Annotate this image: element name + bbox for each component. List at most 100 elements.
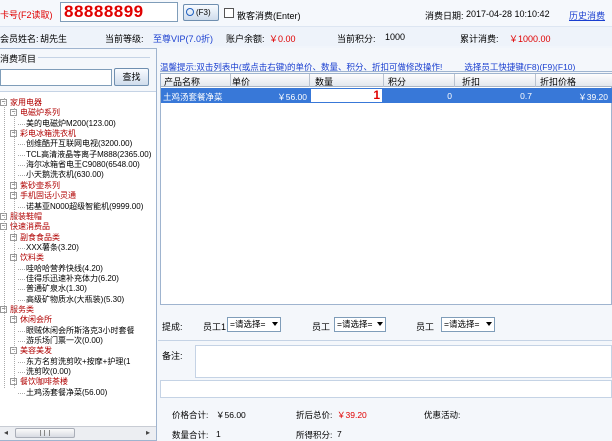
item-query-button[interactable]: 查找	[114, 68, 149, 86]
row-discount-price[interactable]: ￥39.20	[560, 91, 608, 103]
scrollbar-grip-center	[44, 430, 45, 436]
discount-total-value: ￥39.20	[337, 410, 367, 420]
card-number-label: 卡号(F2读取)	[0, 10, 53, 20]
card-number-input[interactable]: 88888899	[60, 2, 178, 22]
tree-category-node[interactable]: 快速消费品	[10, 222, 50, 232]
price-total-label: 价格合计:	[172, 410, 209, 420]
total-consumption-label: 累计消费:	[460, 34, 499, 44]
tree-connector	[18, 268, 25, 270]
col-discount-price[interactable]: 折扣价格	[540, 75, 576, 88]
tree-connector	[18, 299, 25, 301]
tree-connector	[18, 144, 25, 146]
col-quantity[interactable]: 数量	[315, 75, 333, 88]
row-discount[interactable]: 0.7	[490, 91, 532, 101]
tree-item-node[interactable]: 创维酷开互联网电视(3200.00)	[26, 139, 132, 149]
tree-item-node[interactable]: 游乐场门票一次(0.00)	[26, 336, 103, 346]
card-search-button-label: (F3)	[196, 8, 211, 17]
tree-category-node[interactable]: 家用电器	[10, 98, 42, 108]
member-name-label: 会员姓名:	[0, 34, 39, 44]
scroll-right-arrow-icon[interactable]: ▸	[146, 428, 150, 437]
employee1-select-value: =请选择=	[230, 319, 266, 329]
tree-category-node[interactable]: 彩电冰箱洗衣机	[20, 129, 76, 139]
col-points[interactable]: 积分	[388, 75, 406, 88]
earned-points-value: 7	[337, 429, 342, 439]
discount-total-label: 折后总价:	[296, 410, 333, 420]
history-consumption-link[interactable]: 历史消费	[569, 9, 605, 22]
chevron-down-icon	[272, 322, 278, 326]
tree-category-node[interactable]: 手机固话小灵通	[20, 191, 76, 201]
tree-category-node[interactable]: 副食食品类	[20, 233, 60, 243]
price-total-value: ￥56.00	[216, 410, 246, 420]
member-name-value: 胡先生	[40, 34, 68, 44]
column-separator	[454, 74, 455, 87]
tree-item-node[interactable]: 土鸡汤套餐净菜(56.00)	[26, 388, 107, 398]
tree-item-node[interactable]: 佳得乐迅速补充体力(6.20)	[26, 274, 119, 284]
tree-connector	[18, 289, 25, 291]
tree-item-node[interactable]: 高级矿物质水(大瓶装)(5.30)	[26, 295, 124, 305]
consume-date-value: 2017-04-28 10:10:42	[466, 9, 550, 19]
tree-item-node[interactable]: 美的电磁炉M200(123.00)	[26, 119, 116, 129]
tree-item-node[interactable]: 海尔冰箱省电王C9080(6548.00)	[26, 160, 140, 170]
item-search-input[interactable]	[0, 69, 112, 86]
account-balance-label: 账户余额:	[226, 34, 265, 44]
tree-connector	[18, 123, 25, 125]
account-balance-value: ￥0.00	[269, 34, 296, 44]
col-unit-price[interactable]: 单价	[232, 75, 250, 88]
scrollbar-grip-icon	[40, 430, 50, 436]
remark-textarea[interactable]	[195, 345, 612, 378]
tree-item-node[interactable]: 哇哈哈营养快线(4.20)	[26, 264, 103, 274]
table-row[interactable]	[161, 88, 612, 103]
member-level-value: 至尊VIP(7.0折)	[153, 34, 214, 44]
tree-category-node[interactable]: 紫砂壶系列	[20, 181, 60, 191]
tree-connector	[18, 206, 25, 208]
row-product-name[interactable]: 土鸡汤套餐净菜	[163, 91, 223, 103]
tree-guide-line	[4, 98, 5, 388]
tree-item-node[interactable]: TCL高清液晶等离子M888(2365.00)	[26, 150, 151, 160]
tree-connector	[18, 175, 25, 177]
current-points-label: 当前积分:	[337, 34, 376, 44]
tree-connector	[18, 361, 25, 363]
tree-category-node[interactable]: 休闲会所	[20, 315, 52, 325]
employee1-select[interactable]: =请选择=	[227, 317, 281, 332]
scroll-left-arrow-icon[interactable]: ◂	[4, 428, 8, 437]
tree-item-node[interactable]: 东方名剪洗剪吹+按摩+护理(1	[26, 357, 130, 367]
card-search-button[interactable]: (F3)	[183, 4, 219, 21]
scatter-customer-label: 散客消费(Enter)	[237, 11, 301, 21]
tree-connector	[18, 154, 25, 156]
tree-item-node[interactable]: XXX薯条(3.20)	[26, 243, 79, 253]
total-consumption-value: ￥1000.00	[509, 34, 551, 44]
earned-points-label: 所得积分:	[296, 430, 333, 440]
item-category-tree[interactable]: − 家用电器 − 电磁炉系列 美的电磁炉M200(123.00) − 彩电冰箱洗衣机 创维酷开…	[0, 91, 156, 426]
promotion-label: 优惠活动:	[424, 410, 461, 420]
order-items-grid[interactable]	[160, 73, 612, 305]
row-points[interactable]: 0	[405, 91, 452, 101]
tree-item-node[interactable]: 眼贼休闲会所斯洛克3小时套餐	[26, 326, 134, 336]
column-separator	[383, 74, 384, 87]
chevron-down-icon	[377, 322, 383, 326]
tree-connector	[18, 341, 25, 343]
col-discount[interactable]: 折扣	[462, 75, 480, 88]
current-points-value: 1000	[385, 32, 406, 42]
tree-item-node[interactable]: 小天鹅洗衣机(630.00)	[26, 170, 104, 180]
tree-category-node[interactable]: 餐饮咖啡茶楼	[20, 377, 68, 387]
separator-bar	[160, 380, 612, 398]
tree-item-node[interactable]: 诺基亚N000超级智能机(9999.00)	[26, 202, 143, 212]
tree-category-node[interactable]: 饮料类	[20, 253, 44, 263]
employee3-select[interactable]: =请选择=	[441, 317, 495, 332]
tree-item-node[interactable]: 洗剪吹(0.00)	[26, 367, 71, 377]
col-product-name[interactable]: 产品名称	[164, 75, 200, 88]
row-quantity-value[interactable]: 1	[360, 89, 380, 102]
tree-connector	[18, 372, 25, 374]
quantity-total-label: 数量合计:	[172, 430, 209, 440]
hint-divider	[160, 71, 612, 72]
chevron-down-icon	[486, 322, 492, 326]
tree-category-node[interactable]: 电磁炉系列	[20, 108, 60, 118]
scatter-customer-checkbox[interactable]	[224, 8, 234, 18]
row-unit-price[interactable]: ￥56.00	[255, 91, 307, 103]
tree-category-node[interactable]: 美容美发	[20, 346, 52, 356]
column-separator	[535, 74, 536, 87]
tree-item-node[interactable]: 普通矿泉水(1.30)	[26, 284, 87, 294]
employee2-select-value: =请选择=	[337, 319, 373, 329]
employee2-select[interactable]: =请选择=	[334, 317, 386, 332]
employee1-label: 员工1	[203, 322, 227, 332]
